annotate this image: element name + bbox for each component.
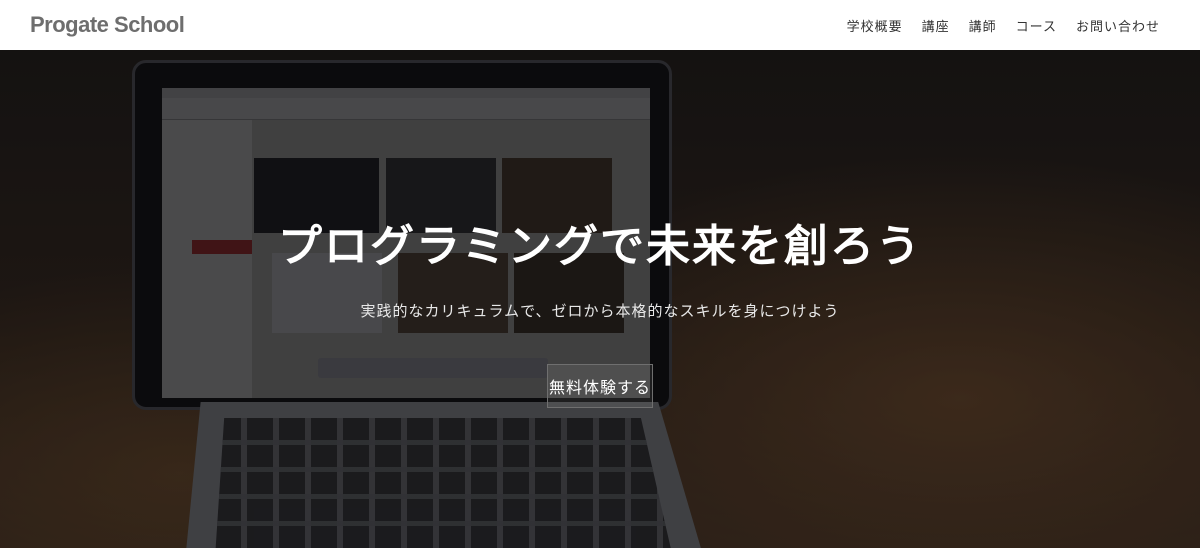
hero-subtitle: 実践的なカリキュラムで、ゼロから本格的なスキルを身につけよう <box>360 302 840 320</box>
site-logo[interactable]: Progate School <box>30 12 185 38</box>
hero-section: プログラミングで未来を創ろう 実践的なカリキュラムで、ゼロから本格的なスキルを身… <box>0 50 1200 548</box>
nav-item-contact[interactable]: お問い合わせ <box>1076 16 1160 35</box>
main-nav: 学校概要 講座 講師 コース お問い合わせ <box>847 16 1170 35</box>
nav-item-course[interactable]: コース <box>1016 16 1057 35</box>
nav-item-teachers[interactable]: 講師 <box>969 16 997 35</box>
nav-item-about[interactable]: 学校概要 <box>847 16 903 35</box>
site-header: Progate School 学校概要 講座 講師 コース お問い合わせ <box>0 0 1200 50</box>
hero-content: プログラミングで未来を創ろう 実践的なカリキュラムで、ゼロから本格的なスキルを身… <box>0 50 1200 548</box>
free-trial-button[interactable]: 無料体験する <box>547 364 653 408</box>
hero-title: プログラミングで未来を創ろう <box>278 221 922 272</box>
nav-item-courses[interactable]: 講座 <box>922 16 950 35</box>
